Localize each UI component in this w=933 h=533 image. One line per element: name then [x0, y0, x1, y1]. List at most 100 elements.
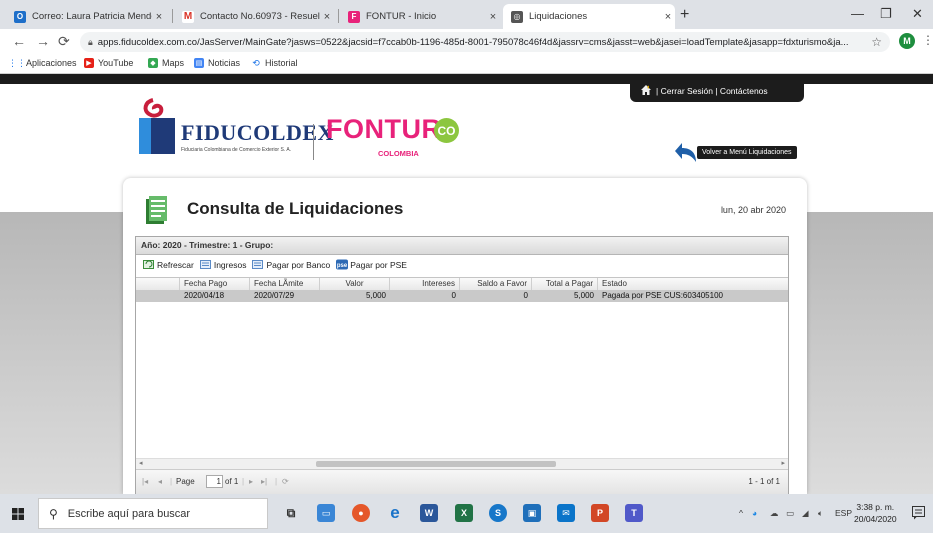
- word-icon[interactable]: W: [420, 504, 438, 522]
- column-header-estado[interactable]: Estado: [598, 278, 788, 290]
- tab-contacto[interactable]: M Contacto No.60973 - Resuelto - ×: [174, 4, 334, 29]
- reload-icon[interactable]: ⟳: [58, 33, 70, 50]
- tab-title: Contacto No.60973 - Resuelto -: [200, 11, 320, 22]
- network-icon[interactable]: ◢: [802, 508, 809, 519]
- cell-estado: Pagada por PSE CUS:603405100: [602, 291, 723, 300]
- chrome-icon[interactable]: ●: [352, 504, 370, 522]
- menu-icon[interactable]: ⋮: [922, 33, 933, 47]
- powerpoint-icon[interactable]: P: [591, 504, 609, 522]
- cell-saldo-favor: 0: [523, 291, 528, 300]
- close-tab-icon[interactable]: ×: [320, 11, 334, 23]
- session-links[interactable]: | Cerrar Sesión | Contáctenos: [656, 86, 768, 96]
- first-page-icon[interactable]: |◂: [142, 477, 148, 486]
- home-icon[interactable]: [640, 84, 652, 96]
- refresh-icon: [143, 260, 154, 269]
- ingresos-icon: [199, 260, 211, 269]
- column-header-blank: [136, 278, 180, 290]
- pager-refresh-icon[interactable]: ⟳: [282, 477, 289, 486]
- column-header-fecha-limite[interactable]: Fecha LÃmite: [250, 278, 320, 290]
- grid-header: Fecha Pago Fecha LÃmite Valor Intereses …: [136, 277, 788, 291]
- bank-icon: [252, 260, 264, 269]
- bookmark-youtube[interactable]: ▶ YouTube: [84, 58, 133, 68]
- column-header-valor[interactable]: Valor: [320, 278, 390, 290]
- page-content: | Cerrar Sesión | Contáctenos FIDUCOLDEX…: [0, 74, 933, 494]
- bookmark-star-icon[interactable]: ☆: [871, 35, 882, 49]
- scrollbar-thumb[interactable]: [316, 461, 556, 467]
- column-header-total-pagar[interactable]: Total a Pagar: [532, 278, 598, 290]
- task-view-icon[interactable]: ⧉: [282, 504, 300, 522]
- column-header-saldo-favor[interactable]: Saldo a Favor: [460, 278, 532, 290]
- grid-toolbar: Refrescar Ingresos Pagar por Banco pse P…: [136, 255, 788, 274]
- last-page-icon[interactable]: ▸|: [261, 477, 267, 486]
- pagar-pse-button[interactable]: pse Pagar por PSE: [336, 259, 407, 270]
- skype-icon[interactable]: S: [489, 504, 507, 522]
- close-window-icon[interactable]: ✕: [912, 6, 923, 22]
- bookmark-maps[interactable]: ◆ Maps: [148, 58, 184, 68]
- restore-icon[interactable]: ❐: [880, 6, 892, 22]
- bookmark-label: Historial: [265, 58, 298, 68]
- bookmarks-bar: ⋮⋮ Aplicaciones ▶ YouTube ◆ Maps ▤ Notic…: [0, 55, 933, 74]
- file-explorer-icon[interactable]: ▭: [317, 504, 335, 522]
- onedrive-icon[interactable]: ☁: [770, 508, 779, 519]
- tab-correo[interactable]: O Correo: Laura Patricia Mendez Sa ×: [6, 4, 166, 29]
- tray-app-icon[interactable]: ◕: [752, 508, 757, 518]
- notification-center-icon[interactable]: [912, 506, 925, 520]
- scroll-left-icon[interactable]: ◂: [139, 459, 143, 469]
- close-tab-icon[interactable]: ×: [486, 11, 500, 23]
- taskbar-search[interactable]: ⚲ Escribe aquí para buscar: [38, 498, 268, 529]
- language-indicator[interactable]: ESP: [835, 508, 852, 518]
- cell-fecha-limite: 2020/07/29: [254, 291, 295, 300]
- close-tab-icon[interactable]: ×: [152, 11, 166, 23]
- tab-liquidaciones[interactable]: ◎ Liquidaciones ×: [503, 4, 675, 29]
- back-arrow-icon[interactable]: ←: [12, 33, 26, 49]
- store-icon[interactable]: ▣: [523, 504, 541, 522]
- bookmark-label: Aplicaciones: [26, 58, 77, 68]
- pagar-banco-button[interactable]: Pagar por Banco: [252, 259, 330, 270]
- grid-pager: |◂ ◂ | Page 1 of 1 | ▸ ▸| | ⟳ 1 - 1 of 1: [136, 469, 788, 494]
- next-page-icon[interactable]: ▸: [249, 477, 253, 486]
- maps-icon: ◆: [148, 58, 158, 68]
- grid-caption: Año: 2020 - Trimestre: 1 - Grupo:: [136, 237, 788, 255]
- cell-total-pagar: 5,000: [573, 291, 594, 300]
- new-tab-icon[interactable]: +: [680, 6, 689, 24]
- volume-icon[interactable]: 🔈︎: [818, 508, 823, 519]
- bookmark-historial[interactable]: ⟲ Historial: [251, 58, 298, 68]
- horizontal-scrollbar[interactable]: ◂ ▸: [136, 458, 788, 469]
- minimize-icon[interactable]: —: [851, 6, 864, 21]
- back-to-liquidaciones-button[interactable]: Volver a Menú Liquidaciones: [697, 146, 797, 159]
- table-row[interactable]: 2020/04/18 2020/07/29 5,000 0 0 5,000 Pa…: [136, 290, 788, 302]
- globe-icon: ◎: [511, 10, 523, 23]
- url-text[interactable]: apps.fiducoldex.com.co/JasServer/MainGat…: [98, 37, 863, 48]
- fiducoldex-wordmark: FIDUCOLDEX: [181, 120, 334, 145]
- system-clock[interactable]: 3:38 p. m. 20/04/2020: [854, 501, 897, 525]
- battery-icon[interactable]: ▭: [786, 508, 794, 519]
- address-bar[interactable]: 🔒︎ apps.fiducoldex.com.co/JasServer/Main…: [80, 32, 890, 52]
- close-tab-icon[interactable]: ×: [661, 11, 675, 23]
- profile-avatar[interactable]: M: [899, 33, 915, 49]
- tab-fontur[interactable]: F FONTUR - Inicio ×: [340, 4, 500, 29]
- mail-icon[interactable]: ✉: [557, 504, 575, 522]
- address-bar-row: ← → ⟳ 🔒︎ apps.fiducoldex.com.co/JasServe…: [0, 29, 933, 55]
- pse-icon: pse: [336, 259, 349, 270]
- windows-taskbar: ⚲ Escribe aquí para buscar ⧉ ▭ ● e W X S…: [0, 494, 933, 533]
- column-header-fecha-pago[interactable]: Fecha Pago: [180, 278, 250, 290]
- refrescar-button[interactable]: Refrescar: [143, 259, 194, 270]
- svg-text:pse: pse: [337, 263, 348, 269]
- previous-page-icon[interactable]: ◂: [158, 477, 162, 486]
- edge-icon[interactable]: e: [386, 503, 404, 522]
- windows-start-icon[interactable]: [12, 508, 24, 520]
- forward-arrow-icon[interactable]: →: [36, 33, 50, 49]
- scroll-right-icon[interactable]: ▸: [781, 459, 785, 469]
- page-number-input[interactable]: 1: [206, 475, 223, 488]
- gmail-icon: M: [182, 10, 194, 23]
- tray-chevron-icon[interactable]: ^: [739, 508, 743, 518]
- excel-icon[interactable]: X: [455, 504, 473, 522]
- fiducoldex-subtitle: Fiduciaria Colombiana de Comercio Exteri…: [181, 147, 292, 153]
- browser-tab-bar: O Correo: Laura Patricia Mendez Sa × M C…: [0, 0, 933, 29]
- ingresos-button[interactable]: Ingresos: [199, 259, 246, 270]
- column-header-intereses[interactable]: Intereses: [390, 278, 460, 290]
- bookmark-aplicaciones[interactable]: ⋮⋮ Aplicaciones: [8, 58, 77, 68]
- teams-icon[interactable]: T: [625, 504, 643, 522]
- bookmark-noticias[interactable]: ▤ Noticias: [194, 58, 240, 68]
- logo-divider: [313, 124, 314, 160]
